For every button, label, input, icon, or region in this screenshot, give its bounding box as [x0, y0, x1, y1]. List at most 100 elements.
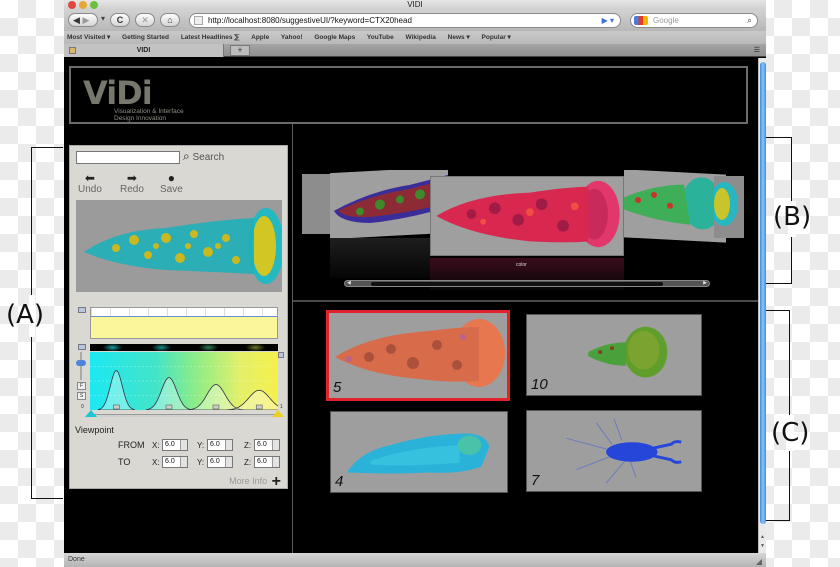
transfer-function-collapse-button[interactable]: [78, 344, 86, 350]
favicon-icon: [69, 47, 76, 54]
range-min-handle[interactable]: [85, 410, 97, 417]
result-number: 7: [531, 472, 540, 489]
tf-peak-handle[interactable]: [255, 404, 263, 410]
stop-icon: ✕: [141, 15, 149, 25]
histogram-collapse-button[interactable]: [78, 307, 86, 313]
scroll-left-icon[interactable]: ◀: [347, 281, 351, 286]
more-info-button[interactable]: More Info +: [229, 473, 281, 491]
annotation-label-a: (A): [6, 300, 45, 330]
vertical-divider[interactable]: [292, 124, 293, 553]
stop-button[interactable]: ✕: [135, 13, 155, 27]
from-x-stepper[interactable]: 6.0: [162, 439, 188, 451]
window-title: VIDI: [407, 0, 423, 9]
tf-peak-handle[interactable]: [212, 404, 220, 410]
f-button[interactable]: F: [77, 382, 86, 390]
tf-peak[interactable]: [97, 370, 135, 410]
viewpoint-from-label: FROM: [118, 440, 145, 450]
status-text: Done: [68, 556, 85, 563]
save-button[interactable]: ● Save: [160, 172, 183, 195]
bookmark-item[interactable]: Latest Headlines ⅀: [181, 34, 240, 41]
bookmark-item[interactable]: Google Maps: [314, 34, 355, 41]
from-z-stepper[interactable]: 6.0: [254, 439, 280, 451]
result-thumbnail[interactable]: 4: [330, 411, 508, 493]
resize-grip-icon[interactable]: ◢: [756, 555, 762, 567]
result-number: 10: [531, 376, 548, 393]
scroll-right-icon[interactable]: ▶: [703, 281, 707, 286]
bookmark-item[interactable]: Apple: [251, 34, 269, 41]
tab-label: VIDI: [136, 47, 151, 54]
opacity-slider-track[interactable]: [80, 352, 82, 380]
undo-button[interactable]: ⬅ Undo: [78, 172, 102, 195]
page-icon: [194, 16, 203, 25]
vertical-scrollbar[interactable]: ▲ ▼: [758, 58, 766, 553]
viewpoint-title: Viewpoint: [75, 425, 114, 435]
forward-icon[interactable]: ▶: [82, 15, 89, 25]
bookmark-item[interactable]: YouTube: [367, 34, 394, 41]
opacity-slider-handle[interactable]: [76, 360, 86, 366]
range-max-handle[interactable]: [272, 410, 284, 417]
redo-button[interactable]: ➡ Redo: [120, 172, 144, 195]
carousel-card[interactable]: [302, 174, 332, 234]
carousel-card[interactable]: [624, 170, 726, 243]
close-window-button[interactable]: [68, 1, 76, 9]
bookmarks-bar: Most Visited ▾ Getting Started Latest He…: [64, 31, 766, 44]
carousel-scrollbar[interactable]: ◀ ▶: [344, 280, 710, 287]
tab-vidi[interactable]: VIDI: [64, 44, 224, 57]
result-number: 4: [335, 473, 344, 490]
bookmark-item[interactable]: Wikipedia: [406, 34, 436, 41]
result-image-orange: [335, 319, 505, 387]
new-tab-button[interactable]: +: [230, 45, 250, 56]
tab-bar: VIDI + ☰: [64, 44, 766, 57]
to-y-stepper[interactable]: 6.0: [207, 456, 233, 468]
to-x-stepper[interactable]: 6.0: [162, 456, 188, 468]
tf-peak-handle[interactable]: [165, 404, 173, 410]
horizontal-divider[interactable]: [293, 300, 758, 302]
render-image: [84, 208, 282, 284]
bookmark-item[interactable]: Most Visited ▾: [67, 34, 110, 41]
transfer-function-editor[interactable]: [90, 352, 278, 410]
bookmark-item[interactable]: Popular ▾: [482, 34, 511, 41]
bookmark-item[interactable]: News ▾: [448, 34, 470, 41]
result-thumbnail[interactable]: 10: [526, 314, 702, 396]
tf-peak-handle[interactable]: [113, 404, 120, 410]
scroll-down-icon[interactable]: ▼: [760, 543, 765, 549]
result-thumbnail[interactable]: 7: [526, 410, 702, 492]
google-logo-icon[interactable]: [634, 16, 648, 25]
from-y-stepper[interactable]: 6.0: [207, 439, 233, 451]
tab-list-icon[interactable]: ☰: [754, 46, 760, 54]
status-bar: Done ◢: [64, 553, 766, 567]
magnifier-icon: ⌕: [183, 149, 190, 163]
zoom-window-button[interactable]: [90, 1, 98, 9]
back-icon[interactable]: ◀: [73, 15, 80, 25]
range-slider-track[interactable]: [90, 414, 278, 417]
vertical-scroll-thumb[interactable]: [760, 62, 766, 524]
volume-render-preview[interactable]: [76, 200, 282, 292]
to-z-stepper[interactable]: 6.0: [254, 456, 280, 468]
carousel-card-center[interactable]: [430, 176, 624, 256]
search-input[interactable]: [76, 151, 180, 164]
url-text: http://localhost:8080/suggestiveUI/?keyw…: [208, 16, 412, 25]
redo-label: Redo: [120, 184, 144, 195]
to-y-label: Y:: [197, 458, 205, 467]
url-bar[interactable]: http://localhost:8080/suggestiveUI/?keyw…: [189, 13, 621, 28]
scroll-up-icon[interactable]: ▲: [760, 534, 765, 540]
home-button[interactable]: ⌂: [160, 13, 180, 27]
control-panel: ⌕ Search ⬅ Undo ➡ Redo ● Save F S 0 1 Vi…: [69, 145, 288, 491]
tf-corner-button[interactable]: [278, 352, 284, 358]
result-thumbnail[interactable]: 5: [326, 310, 510, 401]
carousel-card[interactable]: [714, 176, 744, 238]
bookmark-item[interactable]: Getting Started: [122, 34, 169, 41]
search-icon[interactable]: ⌕: [747, 14, 752, 27]
search-engine-bar[interactable]: Google ⌕: [630, 13, 758, 28]
reload-icon: C: [116, 15, 124, 25]
bookmark-item[interactable]: Yahoo!: [281, 34, 303, 41]
go-icon[interactable]: ▶ ▾: [602, 14, 614, 27]
search-button[interactable]: ⌕ Search: [183, 149, 224, 164]
history-dropdown-icon[interactable]: ▾: [101, 14, 105, 23]
carousel-scroll-thumb[interactable]: [371, 282, 663, 286]
reload-button[interactable]: C: [110, 13, 130, 27]
logo-subtitle-line-2: Design Innovation: [114, 115, 167, 122]
minimize-window-button[interactable]: [79, 1, 87, 9]
s-button[interactable]: S: [77, 392, 86, 400]
to-x-label: X:: [152, 458, 160, 467]
